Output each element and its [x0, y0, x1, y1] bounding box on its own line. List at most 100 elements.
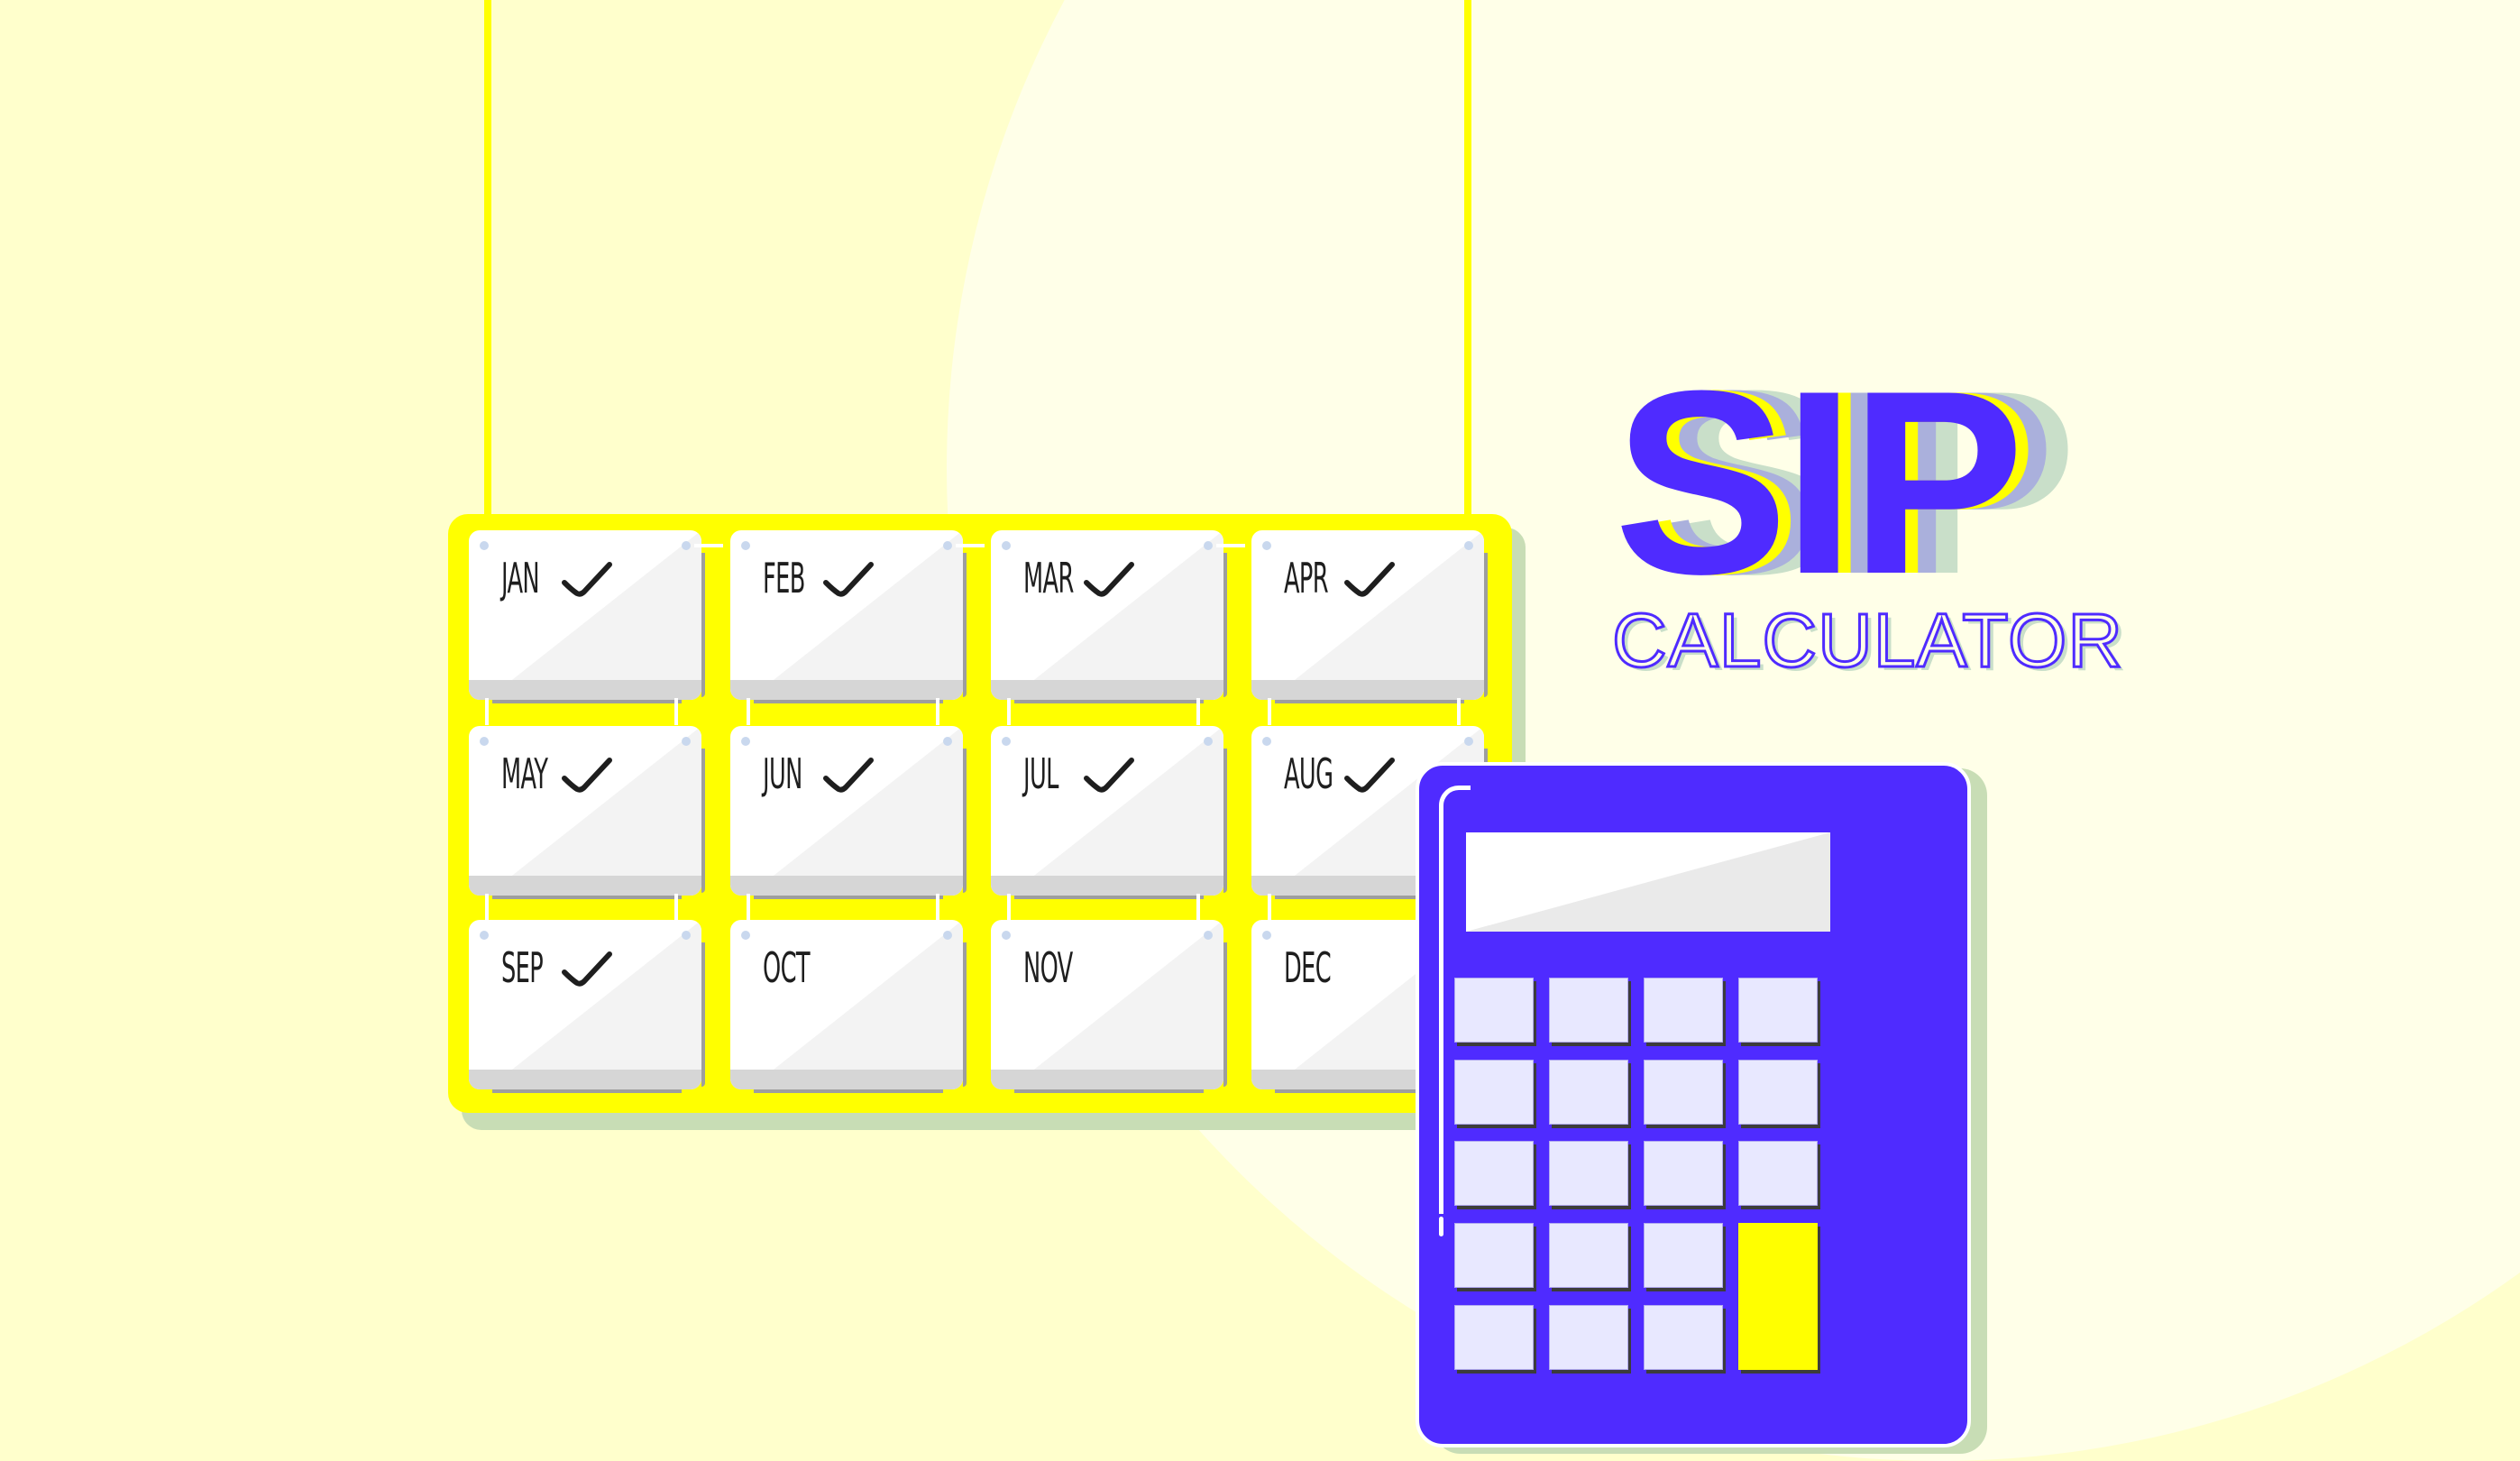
card-hole: [943, 737, 952, 746]
card-link: [936, 894, 939, 921]
sip-title: SIP SIP SIP SIP: [1614, 352, 2155, 613]
card-hole: [1002, 541, 1011, 550]
card-link: [1007, 698, 1011, 725]
card-footer: [730, 876, 963, 896]
card-link: [674, 698, 678, 725]
calculator-illustration: [1416, 762, 1971, 1447]
month-label: AUG: [1284, 749, 1333, 798]
card-hole: [1464, 737, 1473, 746]
equals-key: [1738, 1223, 1818, 1370]
card-hole: [682, 931, 691, 940]
card-link: [1268, 894, 1271, 921]
month-label: NOV: [1023, 943, 1073, 992]
checkmark-icon: [1344, 562, 1395, 597]
month-card-apr: APR: [1251, 530, 1488, 703]
month-label: MAY: [501, 749, 548, 798]
calculator-key: [1644, 978, 1723, 1043]
calculator-glare-dot: [1439, 1217, 1443, 1236]
card-hole: [741, 541, 750, 550]
card-edge: [1014, 896, 1204, 899]
card-hole: [1204, 737, 1213, 746]
card-hole: [1204, 541, 1213, 550]
card-hole: [682, 541, 691, 550]
calculator-key: [1644, 1141, 1723, 1206]
calculator-key: [1549, 1060, 1628, 1125]
month-card-sep: SEP: [469, 920, 705, 1093]
card-hole: [480, 931, 489, 940]
checkmark-icon: [1084, 562, 1134, 597]
card-link: [485, 894, 489, 921]
calculator-key: [1454, 1141, 1534, 1206]
month-label: OCT: [763, 943, 811, 992]
card-hole: [480, 541, 489, 550]
card-edge: [963, 749, 967, 893]
card-edge: [963, 553, 967, 697]
card-link: [694, 544, 723, 547]
card-edge: [1014, 1089, 1204, 1093]
display-shade: [1466, 832, 1830, 932]
calculator-key: [1738, 1141, 1818, 1206]
hanging-string-left: [484, 0, 491, 541]
calculator-key: [1549, 1305, 1628, 1370]
card-link: [1216, 544, 1245, 547]
calculator-key: [1454, 1305, 1534, 1370]
card-edge: [1014, 700, 1204, 703]
month-label: JUN: [763, 749, 802, 798]
checkmark-icon: [1084, 758, 1134, 793]
card-link: [1007, 894, 1011, 921]
card-link: [1196, 894, 1200, 921]
card-edge: [701, 553, 705, 697]
calculator-key: [1549, 1141, 1628, 1206]
calculator-key: [1549, 978, 1628, 1043]
card-edge: [754, 896, 943, 899]
card-footer: [469, 1070, 701, 1089]
card-hole: [1002, 737, 1011, 746]
month-card-jan: JAN: [469, 530, 705, 703]
calculator-key: [1738, 1060, 1818, 1125]
card-link: [1196, 698, 1200, 725]
card-edge: [1275, 700, 1464, 703]
checkmark-icon: [562, 562, 612, 597]
card-link: [674, 894, 678, 921]
checkmark-icon: [562, 758, 612, 793]
card-hole: [1262, 931, 1271, 940]
card-footer: [1251, 680, 1484, 700]
card-hole: [1262, 541, 1271, 550]
card-edge: [754, 1089, 943, 1093]
month-card-jun: JUN: [730, 726, 967, 899]
card-edge: [963, 942, 967, 1087]
calculator-key: [1454, 1223, 1534, 1288]
card-footer: [991, 680, 1223, 700]
month-card-mar: MAR: [991, 530, 1227, 703]
card-edge: [492, 700, 682, 703]
card-edge: [1223, 553, 1227, 697]
calculator-key: [1454, 1060, 1534, 1125]
month-card-nov: NOV: [991, 920, 1227, 1093]
card-hole: [1464, 541, 1473, 550]
calculator-subtitle: CALCULATOR: [1610, 598, 2124, 683]
card-hole: [741, 931, 750, 940]
card-link: [747, 894, 750, 921]
card-hole: [943, 541, 952, 550]
month-card-jul: JUL: [991, 726, 1227, 899]
card-footer: [991, 876, 1223, 896]
card-footer: [730, 680, 963, 700]
card-footer: [991, 1070, 1223, 1089]
card-hole: [943, 931, 952, 940]
checkmark-icon: [562, 951, 612, 987]
hanging-string-right: [1464, 0, 1471, 541]
card-link: [936, 698, 939, 725]
calculator-key: [1644, 1060, 1723, 1125]
card-edge: [1484, 553, 1488, 697]
calculator-key: [1644, 1305, 1723, 1370]
card-hole: [682, 737, 691, 746]
calculator-key: [1644, 1223, 1723, 1288]
card-edge: [701, 749, 705, 893]
card-hole: [1262, 737, 1271, 746]
card-footer: [469, 876, 701, 896]
card-link: [956, 544, 985, 547]
calculator-key: [1738, 978, 1818, 1043]
card-hole: [741, 737, 750, 746]
month-card-may: MAY: [469, 726, 705, 899]
card-link: [747, 698, 750, 725]
